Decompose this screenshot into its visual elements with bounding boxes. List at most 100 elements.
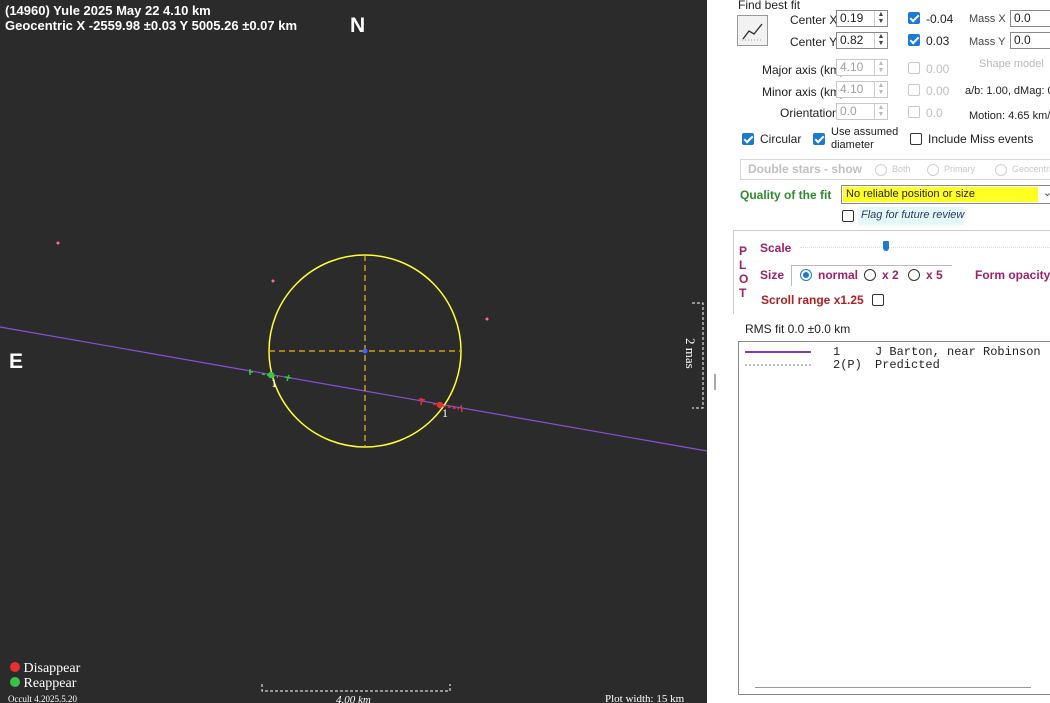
observer-list[interactable]: 1 J Barton, near Robinson 2(P) Predicted xyxy=(738,341,1050,695)
control-panel: Find best fit Center X 0.19 ▲ ▼ -0.04 Mass… xyxy=(733,0,1050,703)
size-x2-label: x 2 xyxy=(882,268,899,282)
flag-review-checkbox[interactable] xyxy=(842,210,854,222)
chevron-down-icon[interactable]: ⌄ xyxy=(1043,186,1050,199)
geocentric-radio[interactable] xyxy=(995,164,1007,176)
legend: Disappear Reappear xyxy=(10,661,80,691)
both-radio[interactable] xyxy=(875,164,887,176)
reappear-event-marker xyxy=(249,369,292,382)
center-x-fix-checkbox[interactable] xyxy=(908,12,920,24)
ab-dmag-text: a/b: 1.00, dMag: 0 xyxy=(965,85,1050,97)
flag-review-label: Flag for future review xyxy=(861,209,965,221)
reappear-dot-icon xyxy=(10,677,20,687)
legend-disappear: Disappear xyxy=(23,661,81,676)
minor-axis-fix-checkbox[interactable] xyxy=(908,84,920,96)
observer-number: 2(P) xyxy=(833,358,862,372)
plot-geocentric: Geocentric X -2559.98 ±0.03 Y 5005.26 ±0… xyxy=(5,18,298,33)
major-axis-input[interactable]: 4.10 ▲ ▼ xyxy=(836,59,888,76)
geocentric-label: Geocentric xyxy=(1012,164,1050,174)
motion-text: Motion: 4.65 km/s xyxy=(969,110,1050,122)
major-axis-fix-checkbox[interactable] xyxy=(908,62,920,74)
orientation-fix-checkbox[interactable] xyxy=(908,106,920,118)
horizontal-scale-bar xyxy=(261,684,451,692)
double-stars-group: Double stars - show Both Primary Geocent… xyxy=(740,159,1050,180)
major-axis-label: Major axis (km) xyxy=(762,63,845,77)
use-assumed-label-1: Use assumed xyxy=(831,126,899,138)
scale-slider[interactable] xyxy=(800,241,1050,251)
plot-canvas xyxy=(0,241,707,692)
line-chart-icon xyxy=(742,23,763,41)
plot-settings-group: P L O T Scale Size normal x 2 x 5 Form o… xyxy=(733,230,1050,314)
spin-arrows-icon[interactable]: ▲ ▼ xyxy=(874,82,887,97)
scale-label: Scale xyxy=(760,241,792,255)
occultation-plot: (14960) Yule 2025 May 22 4.10 km Geocent… xyxy=(0,0,707,703)
orientation-label: Orientation xyxy=(780,106,839,120)
legend-reappear: Reappear xyxy=(23,676,77,691)
spin-arrows-icon[interactable]: ▲ ▼ xyxy=(874,104,887,119)
minor-axis-label: Minor axis (km) xyxy=(762,85,845,99)
quality-value: No reliable position or size xyxy=(843,187,1038,202)
circular-label: Circular xyxy=(760,132,802,146)
observer-name: Predicted xyxy=(875,358,940,372)
observer-line-swatch xyxy=(745,364,811,366)
primary-label: Primary xyxy=(944,164,975,174)
horizontal-scale-label: 4.00 km xyxy=(336,694,371,703)
center-y-label: Center Y xyxy=(790,35,838,49)
primary-radio[interactable] xyxy=(927,164,939,176)
minor-axis-input[interactable]: 4.10 ▲ ▼ xyxy=(836,81,888,98)
observer-line-swatch xyxy=(745,351,811,353)
mass-x-label: Mass X xyxy=(969,13,1006,25)
shape-model-label[interactable]: Shape model xyxy=(979,58,1044,70)
east-label: E xyxy=(9,350,24,373)
stray-point xyxy=(271,279,275,283)
splitter[interactable] xyxy=(714,374,716,390)
size-normal-label: normal xyxy=(818,268,859,282)
observer-row[interactable]: 1 J Barton, near Robinson xyxy=(739,345,1050,359)
observer-row[interactable]: 2(P) Predicted xyxy=(739,358,1050,372)
stray-point xyxy=(56,241,60,245)
mass-x-input[interactable]: 0.0 xyxy=(1010,10,1050,27)
form-opacity-label: Form opacity xyxy=(975,268,1050,282)
size-normal-radio[interactable] xyxy=(800,269,812,281)
chord-1-label: 1 xyxy=(271,376,277,390)
orientation-fixed-value: 0.0 xyxy=(926,106,943,120)
mass-y-input[interactable]: 0.0 xyxy=(1010,32,1050,49)
observer-number: 1 xyxy=(833,345,841,359)
orientation-input[interactable]: 0.0 ▲ ▼ xyxy=(836,103,888,120)
include-miss-checkbox[interactable] xyxy=(910,133,922,145)
both-label: Both xyxy=(892,164,911,174)
use-assumed-label-2: diameter xyxy=(831,139,874,151)
circular-checkbox[interactable] xyxy=(742,133,754,145)
quality-select[interactable]: No reliable position or size ⌄ xyxy=(841,185,1050,204)
plot-title: (14960) Yule 2025 May 22 4.10 km xyxy=(5,3,211,18)
plot-width-label: Plot width: 15 km xyxy=(605,693,685,703)
list-scrollbar[interactable] xyxy=(755,687,1031,688)
version-label: Occult 4.2025.5.20 xyxy=(8,694,77,703)
chord-2-label: 1 xyxy=(442,406,448,420)
find-best-fit-button[interactable] xyxy=(737,15,768,46)
center-y-input[interactable]: 0.82 ▲ ▼ xyxy=(836,32,888,49)
scroll-range-label: Scroll range x1.25 xyxy=(761,293,864,307)
plot-letter: L xyxy=(739,258,747,272)
scale-slider-thumb[interactable] xyxy=(883,241,889,251)
quality-label: Quality of the fit xyxy=(740,188,832,202)
spin-arrows-icon[interactable]: ▲ ▼ xyxy=(874,33,887,48)
plot-letter: O xyxy=(739,272,749,286)
size-label: Size xyxy=(760,268,785,282)
center-y-fixed-value: 0.03 xyxy=(926,34,950,48)
center-y-fix-checkbox[interactable] xyxy=(908,34,920,46)
plot-letter: P xyxy=(739,244,748,258)
scroll-range-checkbox[interactable] xyxy=(872,294,884,306)
spin-arrows-icon[interactable]: ▲ ▼ xyxy=(874,60,887,75)
stray-point xyxy=(485,317,489,321)
vertical-scale-label: 2 mas xyxy=(683,338,698,369)
north-label: N xyxy=(350,14,366,37)
size-x2-radio[interactable] xyxy=(864,269,876,281)
size-x5-radio[interactable] xyxy=(908,269,920,281)
use-assumed-diameter-checkbox[interactable] xyxy=(813,133,825,145)
rms-fit-label: RMS fit 0.0 ±0.0 km xyxy=(745,322,851,336)
minor-axis-fixed-value: 0.00 xyxy=(926,84,950,98)
center-x-fixed-value: -0.04 xyxy=(926,12,954,26)
spin-arrows-icon[interactable]: ▲ ▼ xyxy=(874,11,887,26)
center-x-input[interactable]: 0.19 ▲ ▼ xyxy=(836,10,888,27)
mass-y-label: Mass Y xyxy=(969,36,1006,48)
